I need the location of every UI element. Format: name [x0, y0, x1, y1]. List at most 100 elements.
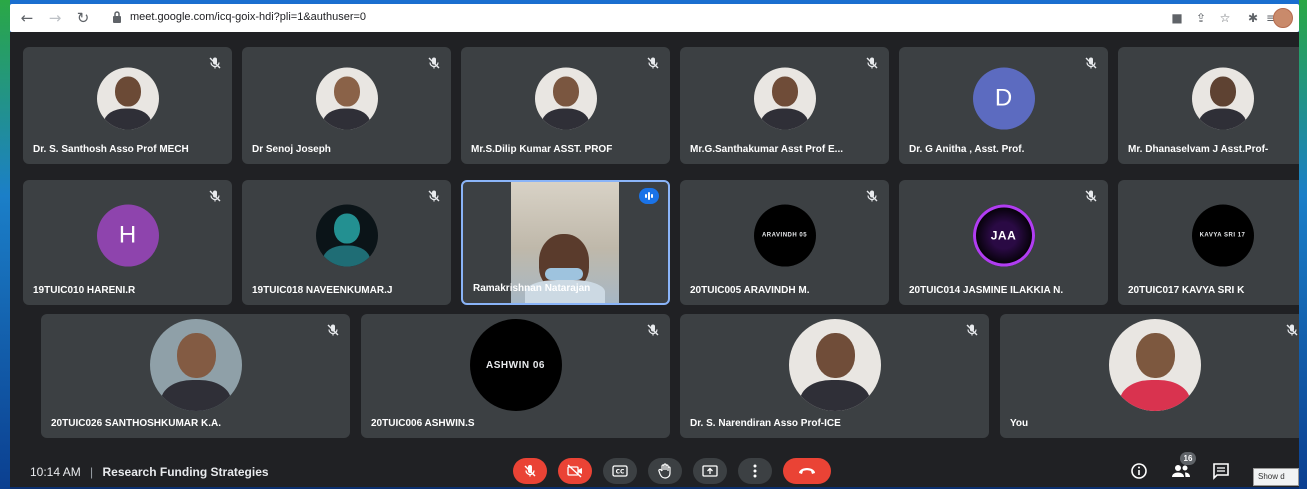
- participant-name: 20TUIC005 ARAVINDH M.: [690, 285, 810, 296]
- participant-tile[interactable]: You: [1000, 314, 1299, 438]
- end-call-icon: [799, 468, 815, 474]
- avatar-face: [1135, 332, 1175, 378]
- avatar-photo: [534, 67, 597, 130]
- participant-tile[interactable]: 19TUIC018 NAVEENKUMAR.J: [242, 180, 451, 305]
- raise-hand-button[interactable]: [648, 458, 682, 484]
- speaking-indicator-icon: [639, 188, 659, 204]
- avatar-shoulders: [322, 245, 370, 267]
- participant-tile[interactable]: Dr. S. Narendiran Asso Prof-ICE: [680, 314, 989, 438]
- avatar-logo-text: JAA: [990, 228, 1017, 243]
- meeting-title: Research Funding Strategies: [102, 465, 269, 479]
- participant-tile[interactable]: JAA 20TUIC014 JASMINE ILAKKIA N.: [899, 180, 1108, 305]
- desktop-edge-left: [0, 0, 10, 489]
- participant-tile[interactable]: Ramakrishnan Natarajan: [461, 180, 670, 305]
- more-vert-icon: [753, 464, 757, 478]
- participant-name: 20TUIC006 ASHWIN.S: [371, 418, 475, 429]
- mic-muted-icon: [209, 190, 221, 202]
- participant-name: Dr. G Anitha , Asst. Prof.: [909, 144, 1025, 155]
- avatar-face: [114, 76, 141, 107]
- participant-name: Dr. S. Santhosh Asso Prof MECH: [33, 144, 189, 155]
- participant-name: Mr.S.Dilip Kumar ASST. PROF: [471, 144, 613, 155]
- participant-name: Dr. S. Narendiran Asso Prof-ICE: [690, 418, 841, 429]
- forward-arrow-icon[interactable]: →: [46, 9, 64, 27]
- meeting-info: 10:14 AM | Research Funding Strategies: [30, 465, 269, 479]
- info-icon: [1131, 463, 1147, 479]
- lock-icon: [113, 11, 121, 23]
- participant-tile[interactable]: Mr.G.Santhakumar Asst Prof E...: [680, 47, 889, 164]
- avatar-shoulders: [103, 108, 151, 130]
- chat-icon: [1213, 463, 1229, 480]
- avatar-initial: D: [972, 67, 1035, 130]
- participant-tile[interactable]: ARAVINDH 05 20TUIC005 ARAVINDH M.: [680, 180, 889, 305]
- participant-tile[interactable]: D Dr. G Anitha , Asst. Prof.: [899, 47, 1108, 164]
- avatar-initial: H: [96, 204, 159, 267]
- mic-muted-icon: [209, 57, 221, 69]
- participant-name: 20TUIC014 JASMINE ILAKKIA N.: [909, 285, 1064, 296]
- avatar-face: [815, 332, 855, 378]
- present-screen-button[interactable]: [693, 458, 727, 484]
- avatar-shoulders: [160, 379, 231, 411]
- avatar-photo: [96, 67, 159, 130]
- mic-muted-icon: [647, 57, 659, 69]
- participant-tile[interactable]: ASHWIN 06 20TUIC006 ASHWIN.S: [361, 314, 670, 438]
- participant-name: Ramakrishnan Natarajan: [473, 283, 591, 294]
- mic-muted-icon: [327, 324, 339, 336]
- avatar-shoulders: [799, 379, 870, 411]
- leave-call-button[interactable]: [783, 458, 831, 484]
- avatar-logo-text: KAVYA SRI 17: [1199, 232, 1246, 239]
- mic-muted-icon: [866, 190, 878, 202]
- reload-icon[interactable]: ↻: [74, 9, 92, 27]
- avatar-photo: [753, 67, 816, 130]
- meeting-details-button[interactable]: [1128, 460, 1150, 482]
- profile-avatar[interactable]: [1273, 8, 1293, 28]
- camera-off-icon: [567, 464, 582, 478]
- participant-name: Dr Senoj Joseph: [252, 144, 331, 155]
- mic-muted-icon: [966, 324, 978, 336]
- camera-icon[interactable]: ■: [1168, 9, 1186, 27]
- extensions-icon[interactable]: ✱: [1244, 9, 1262, 27]
- avatar-face: [1209, 76, 1236, 107]
- mic-off-button[interactable]: [513, 458, 547, 484]
- participant-tile[interactable]: Mr. Dhanaselvam J Asst.Prof-: [1118, 47, 1299, 164]
- avatar-shoulders: [541, 108, 589, 130]
- participant-name: 19TUIC010 HARENI.R: [33, 285, 136, 296]
- captions-button[interactable]: CC: [603, 458, 637, 484]
- avatar-logo-text: ARAVINDH 05: [761, 232, 808, 239]
- avatar-shoulders: [760, 108, 808, 130]
- avatar-face: [333, 213, 360, 244]
- mic-muted-icon: [428, 57, 440, 69]
- avatar-photo: [149, 318, 242, 411]
- captions-icon: CC: [612, 465, 628, 477]
- avatar-logo: ARAVINDH 05: [753, 204, 816, 267]
- participant-name: 20TUIC026 SANTHOSHKUMAR K.A.: [51, 418, 222, 429]
- back-arrow-icon[interactable]: ←: [18, 9, 36, 27]
- url-text: meet.google.com/icq-goix-hdi?pli=1&authu…: [130, 11, 367, 23]
- avatar-face: [552, 76, 579, 107]
- participant-tile[interactable]: Mr.S.Dilip Kumar ASST. PROF: [461, 47, 670, 164]
- participant-name: 20TUIC017 KAVYA SRI K: [1128, 285, 1245, 296]
- share-icon[interactable]: ⇪: [1192, 9, 1210, 27]
- avatar-photo: [315, 67, 378, 130]
- desktop-edge-right: [1299, 0, 1307, 489]
- mic-muted-icon: [866, 57, 878, 69]
- mic-muted-icon: [1085, 57, 1097, 69]
- mic-off-icon: [524, 465, 536, 477]
- star-icon[interactable]: ☆: [1216, 9, 1234, 27]
- participant-tile[interactable]: Dr Senoj Joseph: [242, 47, 451, 164]
- meet-window: Dr. S. Santhosh Asso Prof MECH Dr Senoj J…: [10, 32, 1299, 487]
- hand-icon: [658, 463, 671, 479]
- avatar-photo: [1108, 318, 1201, 411]
- address-bar[interactable]: meet.google.com/icq-goix-hdi?pli=1&authu…: [106, 8, 1156, 28]
- participant-tile[interactable]: Dr. S. Santhosh Asso Prof MECH: [23, 47, 232, 164]
- present-icon: [702, 465, 718, 477]
- tooltip: Show d: [1253, 468, 1299, 486]
- avatar-photo: [788, 318, 881, 411]
- participant-tile[interactable]: KAVYA SRI 17 20TUIC017 KAVYA SRI K: [1118, 180, 1299, 305]
- chat-button[interactable]: [1210, 460, 1232, 482]
- camera-off-button[interactable]: [558, 458, 592, 484]
- more-options-button[interactable]: [738, 458, 772, 484]
- mic-muted-icon: [1286, 324, 1298, 336]
- participant-tile[interactable]: H 19TUIC010 HARENI.R: [23, 180, 232, 305]
- avatar-shoulders: [322, 108, 370, 130]
- participant-tile[interactable]: 20TUIC026 SANTHOSHKUMAR K.A.: [41, 314, 350, 438]
